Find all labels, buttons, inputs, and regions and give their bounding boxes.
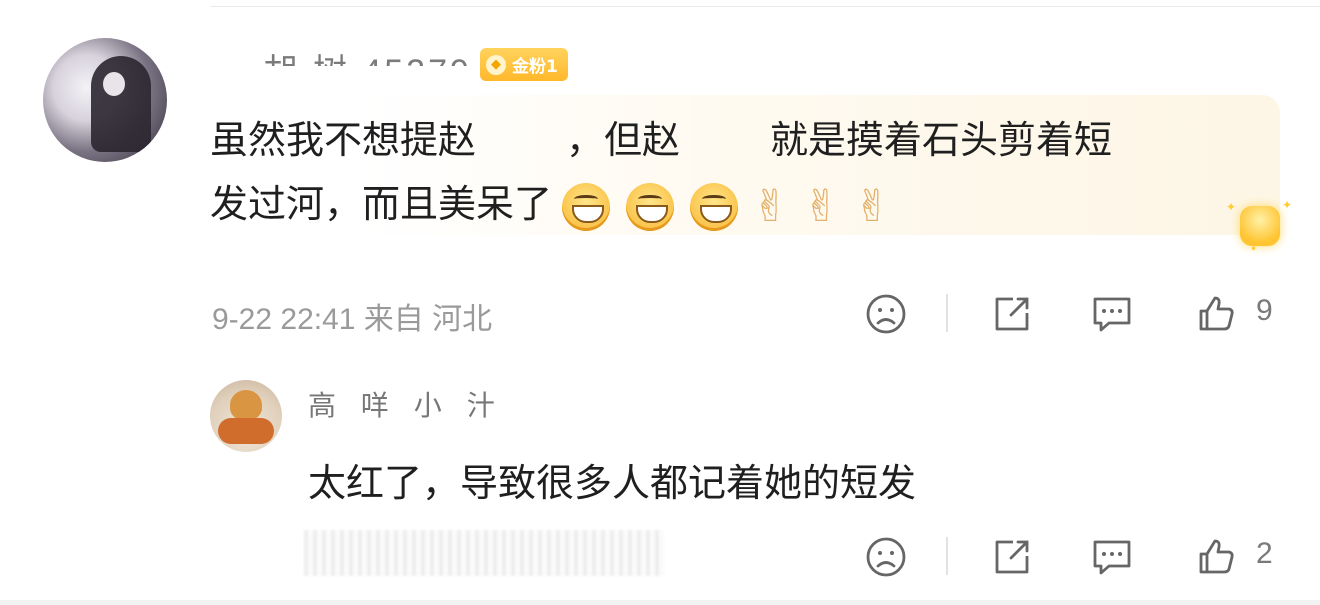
comment-text-part2: ，但赵 [566, 118, 681, 162]
share-button[interactable] [988, 533, 1036, 581]
grinning-face-icon [626, 182, 675, 231]
avatar-dog [230, 390, 262, 420]
reply-username[interactable]: 高 咩 小 汁 [308, 378, 548, 422]
action-divider [946, 294, 948, 332]
comment-button[interactable] [1088, 290, 1136, 338]
crown-gem-icon: ◆ [486, 54, 506, 75]
comment-button[interactable] [1088, 533, 1136, 581]
fan-star-badge-icon: ✦ ✦ • [1226, 198, 1293, 256]
like-button[interactable] [1192, 533, 1240, 581]
thumbs-up-icon [1199, 296, 1234, 331]
like-count: 2 [1256, 537, 1273, 570]
bottom-divider [0, 600, 1320, 605]
avatar[interactable] [43, 38, 167, 162]
grinning-face-icon [690, 182, 739, 231]
reply-text: 太红了，导致很多人都记着她的短发 [308, 461, 917, 505]
top-divider [210, 6, 1320, 7]
like-button[interactable] [1192, 290, 1240, 338]
frown-face-icon [866, 294, 906, 334]
comment-text-line2: 发过河，而且美呆了 [210, 182, 553, 226]
grinning-face-icon [562, 182, 611, 231]
badge-label: 金粉1 [512, 57, 558, 77]
avatar-face [103, 72, 125, 96]
comment-meta: 9-22 22:41 来自 河北 [212, 303, 493, 336]
comment-bubble-icon [1093, 297, 1131, 332]
frown-face-icon [866, 537, 906, 577]
dislike-button[interactable] [862, 533, 910, 581]
share-icon [995, 297, 1029, 331]
fan-level-badge[interactable]: ◆ 金粉1 [480, 48, 568, 81]
reply-meta-blurred [304, 530, 664, 576]
comment-bubble-icon [1093, 540, 1131, 575]
dislike-button[interactable] [862, 290, 910, 338]
username-text: 一 胡 树 45279 [214, 44, 472, 66]
share-icon [995, 540, 1029, 574]
action-divider [946, 537, 948, 575]
comment-text-part3: 就是摸着石头剪着短 [770, 118, 1113, 162]
comment-text-part1: 虽然我不想提赵 [210, 118, 477, 162]
avatar-bread [218, 418, 274, 444]
victory-hand-icon: ✌ [802, 180, 840, 232]
reply-avatar[interactable] [210, 380, 282, 452]
reply-username-text: 高 咩 小 汁 [308, 389, 503, 422]
comment-text: 虽然我不想提赵 ，但赵 就是摸着石头剪着短 发过河，而且美呆了 ✌ ✌ ✌ [210, 108, 1250, 236]
thumbs-up-icon [1199, 539, 1234, 574]
username[interactable]: 一 胡 树 45279 [214, 30, 476, 66]
share-button[interactable] [988, 290, 1036, 338]
victory-hand-icon: ✌ [752, 180, 789, 232]
like-count: 9 [1256, 294, 1273, 327]
victory-hand-icon: ✌ [853, 180, 891, 232]
avatar-figure [91, 56, 151, 152]
